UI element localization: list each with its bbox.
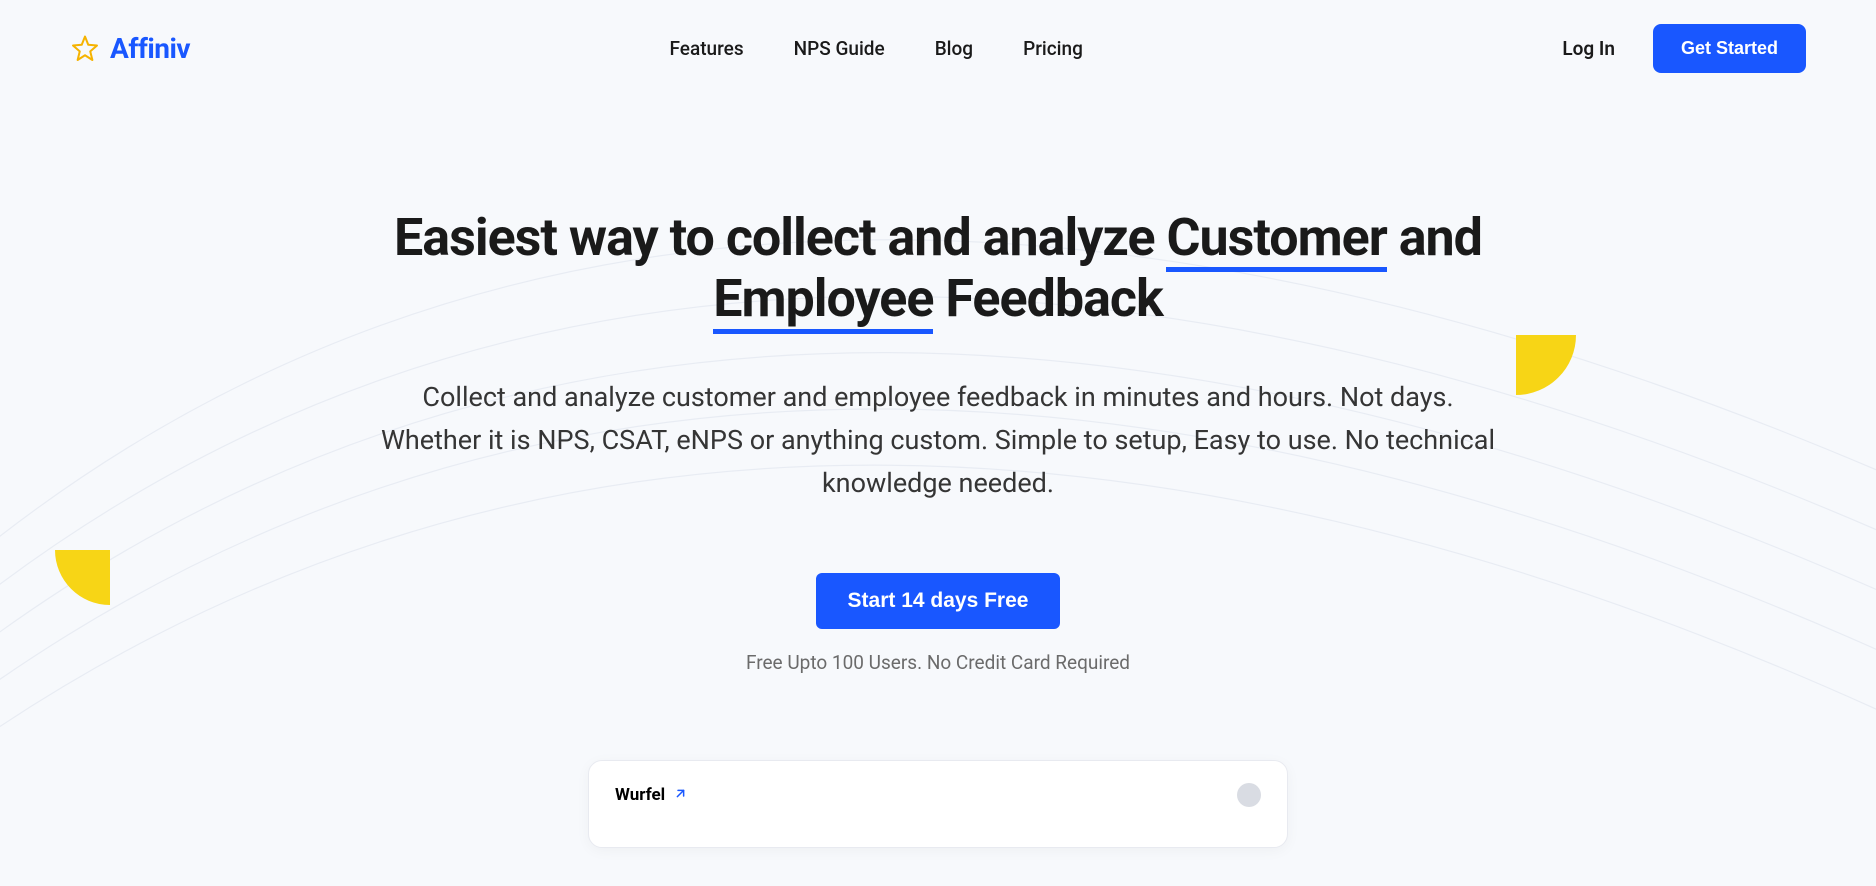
nav-blog[interactable]: Blog — [935, 37, 973, 60]
hero-title-part: Feedback — [933, 268, 1162, 329]
star-icon — [70, 34, 100, 64]
nav-nps-guide[interactable]: NPS Guide — [794, 37, 885, 60]
nav-features[interactable]: Features — [670, 37, 744, 60]
external-link-icon — [673, 786, 688, 805]
hero: Easiest way to collect and analyze Custo… — [258, 97, 1618, 848]
nav-actions: Log In Get Started — [1562, 24, 1806, 73]
hero-cta-wrap: Start 14 days Free — [378, 573, 1498, 629]
logo[interactable]: Affiniv — [70, 32, 190, 65]
hero-title-underline-customer: Customer — [1166, 207, 1386, 268]
nav-links: Features NPS Guide Blog Pricing — [670, 37, 1083, 60]
preview-card: Wurfel — [588, 760, 1288, 848]
hero-title-part: and — [1387, 207, 1482, 268]
hero-subtitle: Collect and analyze customer and employe… — [378, 376, 1498, 506]
preview-brand-wrap[interactable]: Wurfel — [615, 785, 688, 805]
hero-title: Easiest way to collect and analyze Custo… — [378, 207, 1498, 330]
hero-title-underline-employee: Employee — [713, 268, 933, 329]
avatar[interactable] — [1237, 783, 1261, 807]
login-link[interactable]: Log In — [1562, 37, 1615, 60]
preview-brand-label: Wurfel — [615, 785, 665, 805]
navbar: Affiniv Features NPS Guide Blog Pricing … — [0, 0, 1876, 97]
start-free-button[interactable]: Start 14 days Free — [816, 573, 1061, 629]
logo-text: Affiniv — [110, 32, 190, 65]
hero-title-part: Easiest way to collect and analyze — [394, 207, 1166, 268]
preview-card-header: Wurfel — [615, 783, 1261, 807]
hero-note: Free Upto 100 Users. No Credit Card Requ… — [378, 651, 1498, 674]
get-started-button[interactable]: Get Started — [1653, 24, 1806, 73]
nav-pricing[interactable]: Pricing — [1023, 37, 1083, 60]
